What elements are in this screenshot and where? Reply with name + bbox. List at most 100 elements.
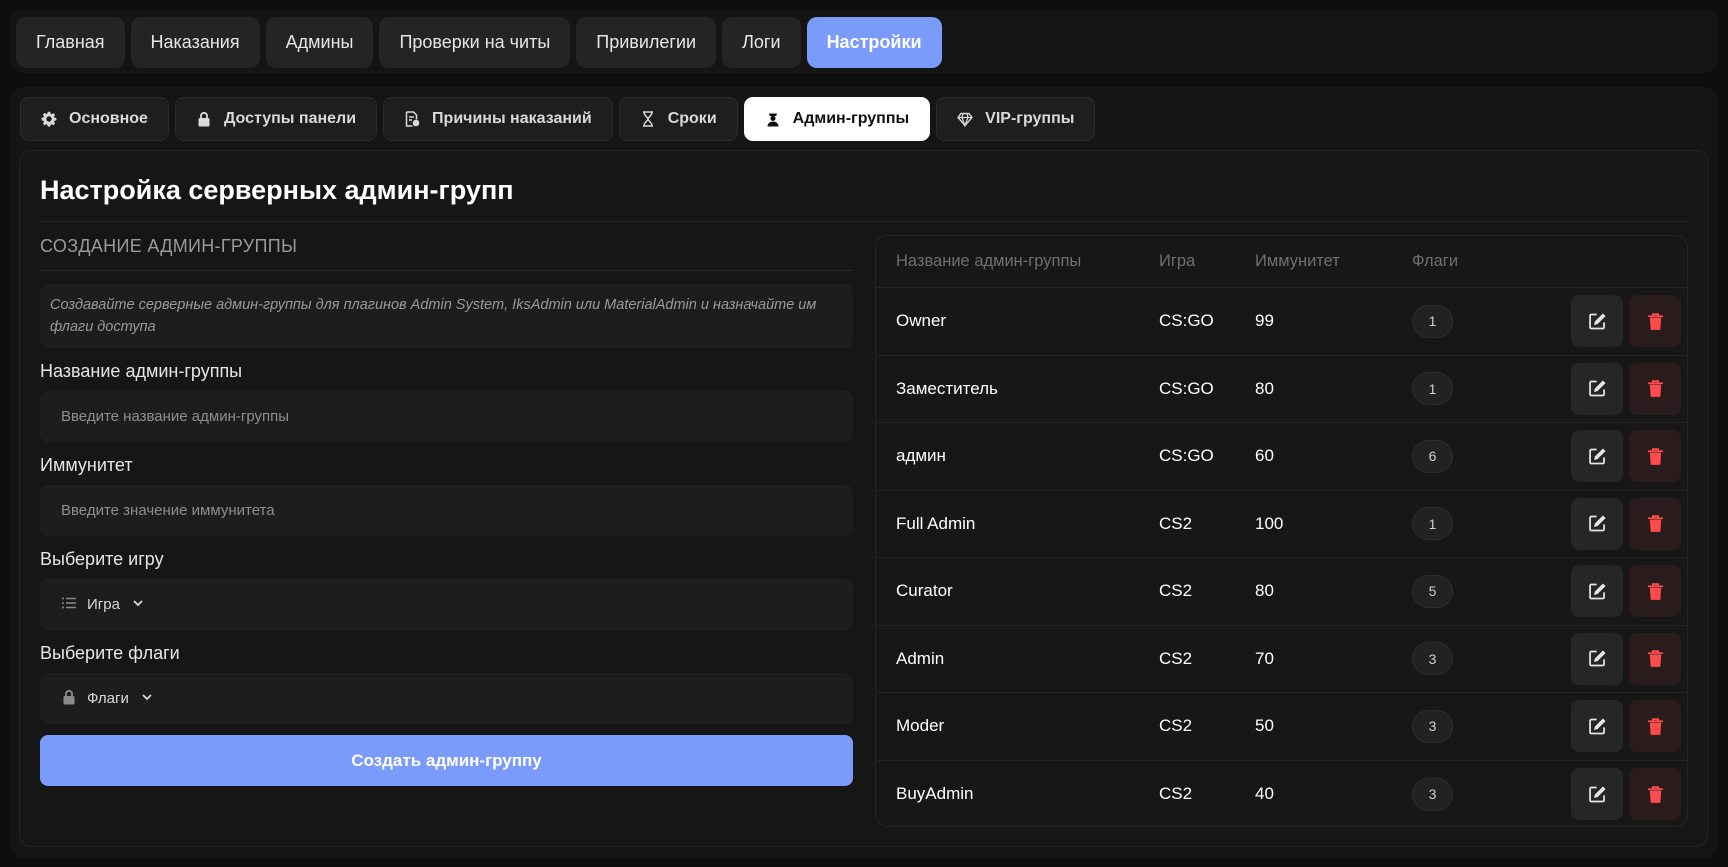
flags-select-field: Флаги <box>40 673 853 724</box>
group-name-input[interactable]: Введите название админ-группы <box>40 391 853 442</box>
flags-cell: 5 <box>1412 574 1562 608</box>
page-title: Настройка серверных админ-групп <box>40 175 514 205</box>
edit-button[interactable] <box>1571 700 1623 753</box>
immunity-input[interactable]: Введите значение иммунитета <box>40 485 853 536</box>
tab-general[interactable]: Основное <box>20 97 169 141</box>
row-actions <box>1562 295 1687 348</box>
edit-button[interactable] <box>1571 768 1623 821</box>
delete-button[interactable] <box>1629 295 1681 348</box>
trash-icon <box>1645 311 1666 332</box>
delete-button[interactable] <box>1629 430 1681 483</box>
row-actions <box>1562 565 1687 618</box>
immunity-cell: 70 <box>1255 648 1274 668</box>
create-admin-group-form: СОЗДАНИЕ АДМИН-ГРУППЫ Создавайте серверн… <box>40 229 853 786</box>
flags-cell: 3 <box>1412 777 1562 811</box>
edit-button[interactable] <box>1571 362 1623 415</box>
nav-admins[interactable]: Админы <box>265 17 374 68</box>
delete-button[interactable] <box>1629 632 1681 685</box>
game-cell: CS:GO <box>1159 378 1214 398</box>
edit-button[interactable] <box>1571 497 1623 550</box>
trash-icon <box>1645 648 1666 669</box>
tab-admin-groups[interactable]: Админ-группы <box>743 97 931 141</box>
group-name-cell: админ <box>896 446 946 466</box>
group-name-label: Название админ-группы <box>40 361 243 381</box>
nav-privileges[interactable]: Привилегии <box>576 17 717 68</box>
table-row: Owner CS:GO 99 1 <box>876 288 1687 356</box>
form-hint: Создавайте серверные админ-группы для пл… <box>40 284 853 348</box>
edit-button[interactable] <box>1571 430 1623 483</box>
game-cell: CS2 <box>1159 513 1193 533</box>
edit-button[interactable] <box>1571 295 1623 348</box>
group-name-cell: Заместитель <box>896 378 998 398</box>
tab-panel-access[interactable]: Доступы панели <box>174 97 378 141</box>
immunity-cell: 40 <box>1255 784 1274 804</box>
table-row: BuyAdmin CS2 40 3 <box>876 761 1687 827</box>
game-dropdown[interactable]: Игра <box>61 595 146 615</box>
trash-icon <box>1645 513 1666 534</box>
row-actions <box>1562 362 1687 415</box>
flags-count-badge[interactable]: 1 <box>1412 507 1453 541</box>
header-flags: Флаги <box>1412 252 1459 270</box>
tab-punishment-reasons[interactable]: Причины наказаний <box>383 97 613 141</box>
title-divider <box>40 221 1687 222</box>
immunity-cell: 99 <box>1255 311 1274 331</box>
flags-cell: 1 <box>1412 372 1562 406</box>
section-divider <box>40 270 853 271</box>
flags-label: Выберите флаги <box>40 643 180 663</box>
immunity-cell: 50 <box>1255 716 1274 736</box>
nav-logs[interactable]: Логи <box>722 17 801 68</box>
group-name-cell: Moder <box>896 716 945 736</box>
delete-button[interactable] <box>1629 700 1681 753</box>
nav-settings[interactable]: Настройки <box>806 17 942 68</box>
game-dropdown-label: Игра <box>87 596 120 613</box>
delete-button[interactable] <box>1629 362 1681 415</box>
trash-icon <box>1645 784 1666 805</box>
flags-count-badge[interactable]: 3 <box>1412 777 1453 811</box>
top-navigation: Главная Наказания Админы Проверки на чит… <box>10 10 1718 73</box>
tab-terms-label: Сроки <box>667 110 717 127</box>
nav-punishments[interactable]: Наказания <box>130 17 260 68</box>
trash-icon <box>1645 716 1666 737</box>
tab-general-label: Основное <box>69 110 148 127</box>
flags-dropdown[interactable]: Флаги <box>61 689 155 709</box>
flags-count-badge[interactable]: 3 <box>1412 642 1453 676</box>
nav-cheat-checks[interactable]: Проверки на читы <box>379 17 571 68</box>
form-section-label: СОЗДАНИЕ АДМИН-ГРУППЫ <box>40 236 298 256</box>
edit-icon <box>1587 716 1608 737</box>
flags-count-badge[interactable]: 6 <box>1412 439 1453 473</box>
edit-icon <box>1587 784 1608 805</box>
table-header: Название админ-группы Игра Иммунитет Фла… <box>876 236 1687 288</box>
flags-count-badge[interactable]: 3 <box>1412 709 1453 743</box>
trash-icon <box>1645 581 1666 602</box>
lock-icon <box>61 689 77 709</box>
delete-button[interactable] <box>1629 497 1681 550</box>
tab-punishment-reasons-label: Причины наказаний <box>432 110 592 127</box>
game-select-field: Игра <box>40 579 853 630</box>
game-cell: CS2 <box>1159 784 1193 804</box>
flags-count-badge[interactable]: 1 <box>1412 372 1453 406</box>
flags-cell: 6 <box>1412 439 1562 473</box>
admin-groups-panel: Настройка серверных админ-групп СОЗДАНИЕ… <box>19 150 1708 847</box>
delete-button[interactable] <box>1629 565 1681 618</box>
edit-button[interactable] <box>1571 565 1623 618</box>
game-cell: CS2 <box>1159 581 1193 601</box>
table-body: Owner CS:GO 99 1 Заместитель CS:GO 80 1 админ CS:… <box>876 288 1687 827</box>
trash-icon <box>1645 446 1666 467</box>
tab-vip-groups[interactable]: VIP-группы <box>936 97 1096 141</box>
flags-count-badge[interactable]: 1 <box>1412 304 1453 338</box>
delete-button[interactable] <box>1629 768 1681 821</box>
group-name-cell: Full Admin <box>896 513 976 533</box>
trash-icon <box>1645 378 1666 399</box>
table-row: Moder CS2 50 3 <box>876 693 1687 761</box>
group-name-cell: Owner <box>896 311 947 331</box>
game-cell: CS:GO <box>1159 446 1214 466</box>
tab-terms[interactable]: Сроки <box>618 97 738 141</box>
create-admin-group-button[interactable]: Создать админ-группу <box>40 735 853 786</box>
edit-button[interactable] <box>1571 632 1623 685</box>
immunity-cell: 80 <box>1255 581 1274 601</box>
row-actions <box>1562 632 1687 685</box>
flags-count-badge[interactable]: 5 <box>1412 574 1453 608</box>
game-cell: CS:GO <box>1159 311 1214 331</box>
table-row: админ CS:GO 60 6 <box>876 423 1687 491</box>
nav-home[interactable]: Главная <box>16 17 125 68</box>
